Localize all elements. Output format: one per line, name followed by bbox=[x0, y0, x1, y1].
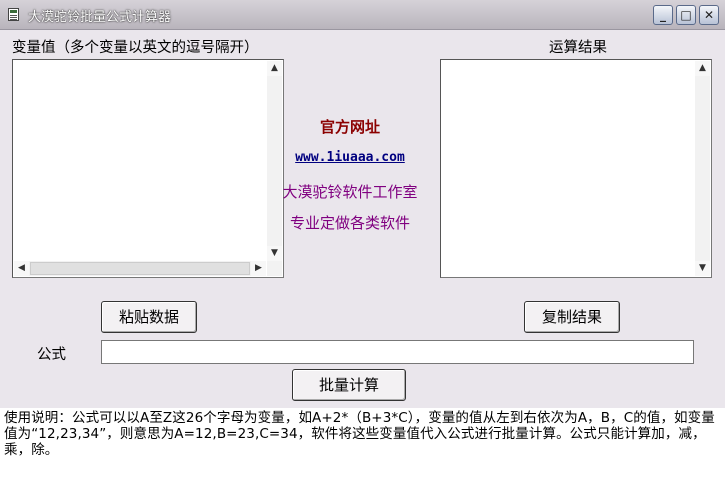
results-label: 运算结果 bbox=[549, 40, 607, 56]
variables-label: 变量值（多个变量以英文的逗号隔开） bbox=[12, 40, 259, 56]
website-link[interactable]: www.1iuaaa.com bbox=[270, 150, 430, 165]
maximize-button[interactable]: □ bbox=[676, 5, 696, 25]
results-textarea[interactable]: ▲ ▼ bbox=[440, 59, 712, 278]
horizontal-scroll-thumb[interactable] bbox=[30, 262, 250, 275]
studio-name: 大漠驼铃软件工作室 bbox=[282, 183, 418, 201]
scroll-up-icon[interactable]: ▲ bbox=[695, 61, 710, 76]
copy-results-button[interactable]: 复制结果 bbox=[524, 301, 620, 333]
scroll-down-icon[interactable]: ▼ bbox=[695, 261, 710, 276]
minimize-button[interactable]: _ bbox=[653, 5, 673, 25]
usage-instructions: 使用说明：公式可以以A至Z这26个字母为变量，如A+2*（B+3*C），变量的值… bbox=[0, 408, 725, 484]
variables-textarea[interactable]: ▲ ▼ ◀ ▶ bbox=[12, 59, 284, 278]
scroll-down-icon[interactable]: ▼ bbox=[267, 246, 282, 261]
scroll-right-icon[interactable]: ▶ bbox=[251, 261, 266, 276]
results-vertical-scrollbar[interactable]: ▲ ▼ bbox=[695, 61, 710, 276]
title-bar[interactable]: 大漠驼铃批量公式计算器 _ □ ✕ bbox=[0, 0, 725, 30]
variables-horizontal-scrollbar[interactable]: ◀ ▶ bbox=[14, 261, 266, 276]
formula-input[interactable] bbox=[101, 340, 694, 364]
calculator-app-icon bbox=[8, 8, 19, 21]
scroll-left-icon[interactable]: ◀ bbox=[14, 261, 29, 276]
batch-calculate-button[interactable]: 批量计算 bbox=[292, 369, 406, 401]
close-button[interactable]: ✕ bbox=[699, 5, 719, 25]
official-site-heading: 官方网址 bbox=[319, 118, 380, 136]
variables-vertical-scrollbar[interactable]: ▲ ▼ bbox=[267, 61, 282, 276]
window-title: 大漠驼铃批量公式计算器 bbox=[28, 10, 172, 25]
formula-label: 公式 bbox=[37, 347, 66, 363]
paste-data-button[interactable]: 粘贴数据 bbox=[101, 301, 197, 333]
studio-tagline: 专业定做各类软件 bbox=[289, 214, 410, 232]
scroll-up-icon[interactable]: ▲ bbox=[267, 61, 282, 76]
